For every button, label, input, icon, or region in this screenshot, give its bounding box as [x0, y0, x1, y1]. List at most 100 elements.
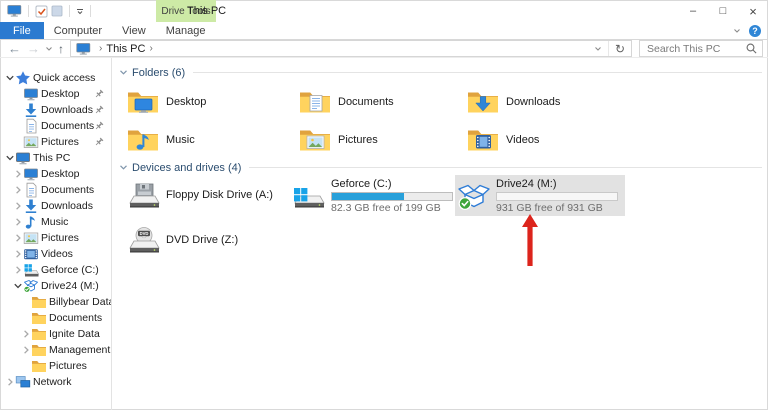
recent-locations-chevron-icon[interactable] — [45, 45, 53, 53]
folder-tile-pictures[interactable]: Pictures — [297, 121, 465, 159]
this-pc-icon — [76, 42, 91, 56]
sidebar-item-this-pc[interactable]: This PC — [0, 150, 111, 166]
chevron-right-icon[interactable] — [13, 233, 23, 243]
chevron-down-icon[interactable] — [13, 281, 23, 291]
sidebar-item-pictures[interactable]: Pictures — [0, 134, 111, 150]
minimize-button[interactable]: – — [678, 0, 708, 22]
sidebar-item-label: Ignite Data — [49, 328, 100, 340]
search-input[interactable] — [640, 41, 762, 56]
tab-view[interactable]: View — [112, 22, 156, 39]
drive-tile-drive24-m[interactable]: Drive24 (M:) 931 GB free of 931 GB — [455, 175, 625, 216]
chevron-right-icon[interactable] — [13, 185, 23, 195]
help-icon[interactable]: ? — [749, 24, 761, 37]
drive-tile-geforce-c[interactable]: Geforce (C:) 82.3 GB free of 199 GB — [290, 175, 455, 216]
chevron-right-icon[interactable] — [13, 201, 23, 211]
separator — [69, 5, 70, 17]
group-header-devices-and-drives-4[interactable]: Devices and drives (4) — [119, 161, 762, 174]
tab-file[interactable]: File — [0, 22, 44, 39]
windows-drive-icon — [292, 181, 326, 211]
sidebar-item-ignite-data[interactable]: Ignite Data — [0, 326, 111, 342]
breadcrumb-separator[interactable]: › — [145, 43, 156, 54]
sidebar-item-billybear-data[interactable]: Billybear Data — [0, 294, 111, 310]
new-item-icon[interactable] — [51, 5, 63, 17]
folder-tile-downloads[interactable]: Downloads — [465, 83, 655, 121]
folder-tile-desktop[interactable]: Desktop — [125, 83, 297, 121]
minimize-ribbon-icon[interactable] — [733, 27, 741, 35]
folder-icon — [31, 310, 47, 326]
download-icon — [23, 102, 39, 118]
chevron-right-icon[interactable] — [21, 329, 31, 339]
tab-computer[interactable]: Computer — [44, 22, 112, 39]
chevron-right-icon[interactable] — [13, 265, 23, 275]
address-dropdown-icon[interactable] — [588, 45, 608, 53]
drive-tile-dvd-drive-z[interactable]: DVD DVD Drive (Z:) — [125, 220, 290, 261]
chevron-right-icon[interactable] — [21, 345, 31, 355]
refresh-icon[interactable]: ↻ — [607, 41, 631, 56]
sidebar-item-desktop[interactable]: Desktop — [0, 166, 111, 182]
maximize-button[interactable]: □ — [708, 0, 738, 22]
dropbox-drive-icon — [457, 181, 491, 211]
address-box[interactable]: › This PC › ↻ — [70, 40, 632, 57]
sidebar-item-documents[interactable]: Documents — [0, 310, 111, 326]
monitor-icon — [23, 86, 39, 102]
address-bar-row: ← → ↑ › This PC › ↻ — [0, 40, 768, 58]
sidebar-item-music[interactable]: Music — [0, 214, 111, 230]
group-collapse-icon[interactable] — [119, 163, 128, 172]
red-arrow-up-icon — [521, 214, 539, 266]
chevron-down-icon[interactable] — [5, 153, 15, 163]
address-dropdown-chevron-icon[interactable] — [594, 45, 602, 53]
sidebar-item-label: Geforce (C:) — [41, 264, 99, 276]
group-collapse-icon[interactable] — [119, 68, 128, 77]
back-button[interactable]: ← — [5, 42, 24, 55]
sidebar-item-videos[interactable]: Videos — [0, 246, 111, 262]
sidebar-item-label: Pictures — [41, 232, 79, 244]
search-icon[interactable] — [746, 43, 757, 54]
search-icon[interactable] — [746, 43, 757, 54]
sidebar-item-downloads[interactable]: Downloads — [0, 198, 111, 214]
sidebar-item-documents[interactable]: Documents — [0, 182, 111, 198]
folder-videos-icon — [467, 126, 499, 154]
sidebar-item-network[interactable]: Network — [0, 374, 111, 390]
svg-text:DVD: DVD — [140, 231, 149, 236]
sidebar-item-label: This PC — [33, 152, 71, 164]
sidebar-item-drive24-m[interactable]: Drive24 (M:) — [0, 278, 111, 294]
sidebar-item-downloads[interactable]: Downloads — [0, 102, 111, 118]
folders-grid: Desktop Documents Downloads Music Pictures Vi… — [125, 83, 768, 159]
sidebar-item-management[interactable]: Management — [0, 342, 111, 358]
minimize-ribbon-chevron-icon[interactable] — [733, 27, 741, 35]
folder-tile-documents[interactable]: Documents — [297, 83, 465, 121]
folder-tile-music[interactable]: Music — [125, 121, 297, 159]
chevron-down-icon[interactable] — [5, 73, 15, 83]
floppy-drive-icon — [127, 181, 161, 211]
sidebar-item-geforce-c[interactable]: Geforce (C:) — [0, 262, 111, 278]
sidebar-item-pictures[interactable]: Pictures — [0, 230, 111, 246]
folder-icon — [31, 326, 47, 342]
chevron-right-icon[interactable] — [13, 169, 23, 179]
sidebar-item-desktop[interactable]: Desktop — [0, 86, 111, 102]
capacity-bar — [331, 191, 453, 201]
pin-icon — [94, 105, 104, 115]
folder-tile-videos[interactable]: Videos — [465, 121, 655, 159]
recent-locations-icon[interactable] — [43, 45, 55, 53]
music-icon — [23, 214, 39, 230]
chevron-right-icon[interactable] — [5, 377, 15, 387]
sidebar-item-quick-access[interactable]: Quick access — [0, 70, 111, 86]
properties-checkbox-icon[interactable] — [35, 5, 48, 18]
chevron-right-icon[interactable] — [13, 249, 23, 259]
sidebar-item-label: Pictures — [49, 360, 87, 372]
search-box[interactable] — [639, 40, 763, 57]
tab-manage[interactable]: Manage — [156, 22, 216, 39]
group-header-folders-6[interactable]: Folders (6) — [119, 66, 762, 79]
sidebar-item-documents[interactable]: Documents — [0, 118, 111, 134]
drive-tile-floppy-disk-drive-a[interactable]: Floppy Disk Drive (A:) — [125, 175, 290, 216]
close-button[interactable]: × — [738, 0, 768, 22]
folder-tile-label: Downloads — [506, 96, 561, 108]
document-icon — [23, 182, 39, 198]
folder-pictures-icon — [299, 126, 331, 154]
sidebar-item-pictures[interactable]: Pictures — [0, 358, 111, 374]
up-button[interactable]: ↑ — [55, 43, 67, 55]
customize-dropdown-icon[interactable] — [76, 7, 84, 15]
chevron-right-icon[interactable] — [13, 217, 23, 227]
breadcrumb-item-this-pc[interactable]: This PC — [106, 43, 145, 55]
network-icon — [15, 374, 31, 390]
